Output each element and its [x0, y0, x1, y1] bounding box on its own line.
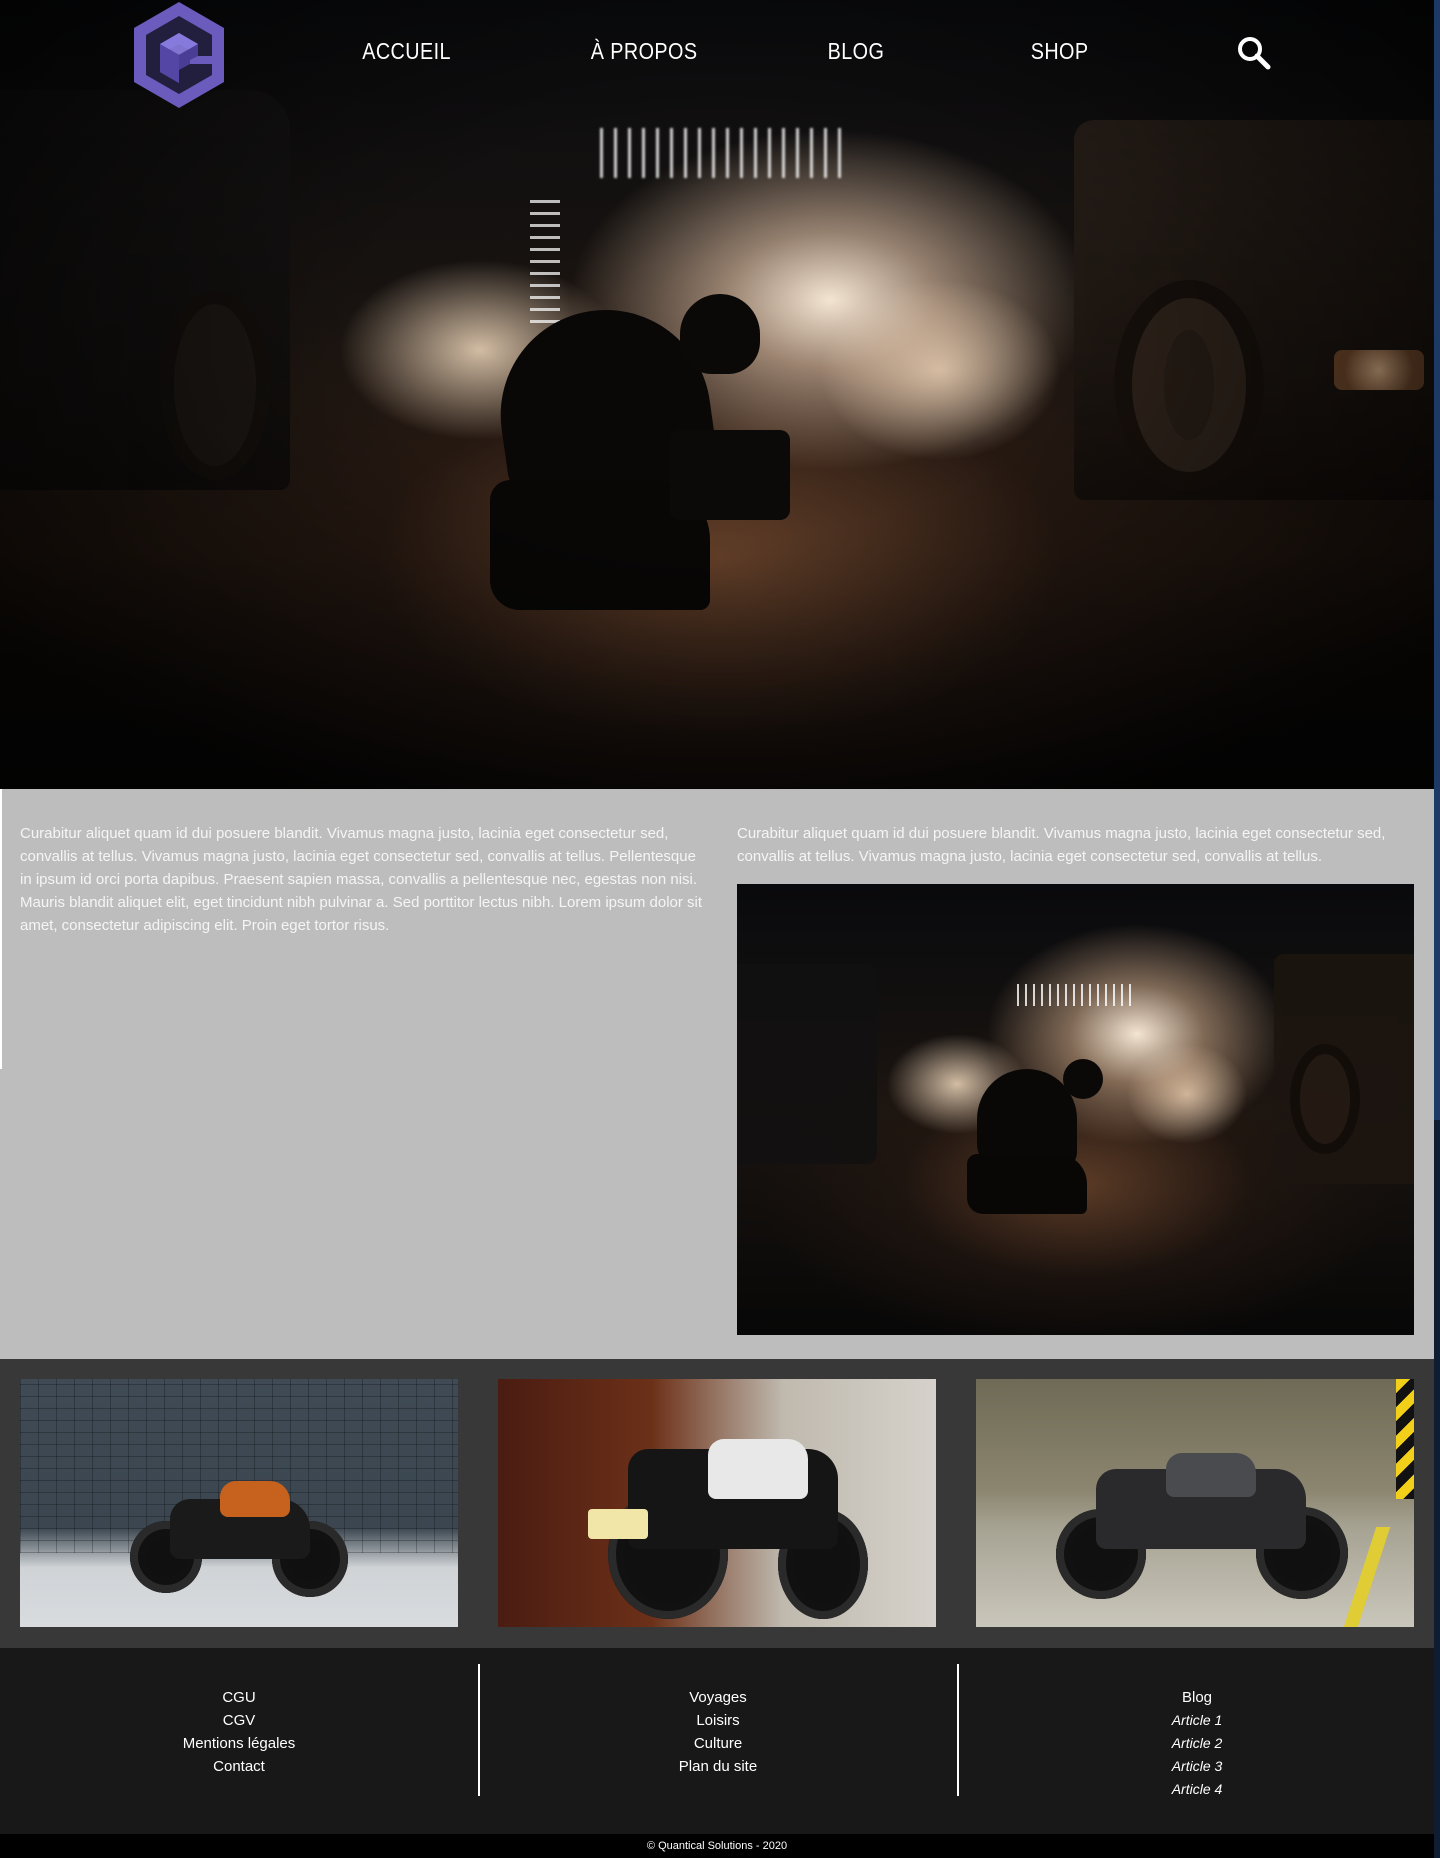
content-text-left: Curabitur aliquet quam id dui posuere bl… — [20, 825, 703, 934]
footer-column-blog: Blog Article 1 Article 2 Article 3 Artic… — [958, 1686, 1436, 1801]
cameraman-silhouette — [967, 1059, 1117, 1219]
site-footer: CGU CGV Mentions légales Contact Voyages… — [0, 1648, 1434, 1834]
footer-link-article-3[interactable]: Article 3 — [958, 1755, 1436, 1778]
search-icon[interactable] — [1236, 35, 1272, 71]
footer-link-blog[interactable]: Blog — [958, 1686, 1436, 1709]
nav-blog[interactable]: BLOG — [828, 38, 885, 65]
content-section: Curabitur aliquet quam id dui posuere bl… — [0, 789, 1434, 1359]
content-photo — [737, 884, 1414, 1335]
footer-link-voyages[interactable]: Voyages — [479, 1686, 957, 1709]
footer-link-contact[interactable]: Contact — [0, 1755, 478, 1778]
footer-link-cgv[interactable]: CGV — [0, 1709, 478, 1732]
motorcycle-orange — [130, 1459, 350, 1599]
motorcycle-scrambler — [548, 1409, 868, 1619]
footer-column-categories: Voyages Loisirs Culture Plan du site — [479, 1686, 957, 1778]
footer-link-mentions-legales[interactable]: Mentions légales — [0, 1732, 478, 1755]
gallery — [0, 1359, 1434, 1648]
footer-link-article-1[interactable]: Article 1 — [958, 1709, 1436, 1732]
nav-accueil[interactable]: ACCUEIL — [362, 38, 451, 65]
footer-column-legal: CGU CGV Mentions légales Contact — [0, 1686, 478, 1778]
site-header: ACCUEIL À PROPOS BLOG SHOP — [0, 0, 1434, 110]
footer-link-article-2[interactable]: Article 2 — [958, 1732, 1436, 1755]
footer-link-article-4[interactable]: Article 4 — [958, 1778, 1436, 1801]
gallery-image-1[interactable] — [20, 1379, 458, 1627]
hero-image — [0, 0, 1434, 789]
hexagon-cube-logo-icon[interactable] — [128, 0, 230, 110]
motorcycle-grey — [1056, 1429, 1356, 1599]
footer-link-cgu[interactable]: CGU — [0, 1686, 478, 1709]
footer-link-plan-du-site[interactable]: Plan du site — [479, 1755, 957, 1778]
footer-link-culture[interactable]: Culture — [479, 1732, 957, 1755]
content-text-right: Curabitur aliquet quam id dui posuere bl… — [737, 825, 1386, 865]
copyright-text: © Quantical Solutions - 2020 — [0, 1834, 1434, 1858]
gallery-image-2[interactable] — [498, 1379, 936, 1627]
footer-link-loisirs[interactable]: Loisirs — [479, 1709, 957, 1732]
gallery-image-3[interactable] — [976, 1379, 1414, 1627]
nav-shop[interactable]: SHOP — [1031, 38, 1089, 65]
nav-a-propos[interactable]: À PROPOS — [591, 38, 698, 65]
